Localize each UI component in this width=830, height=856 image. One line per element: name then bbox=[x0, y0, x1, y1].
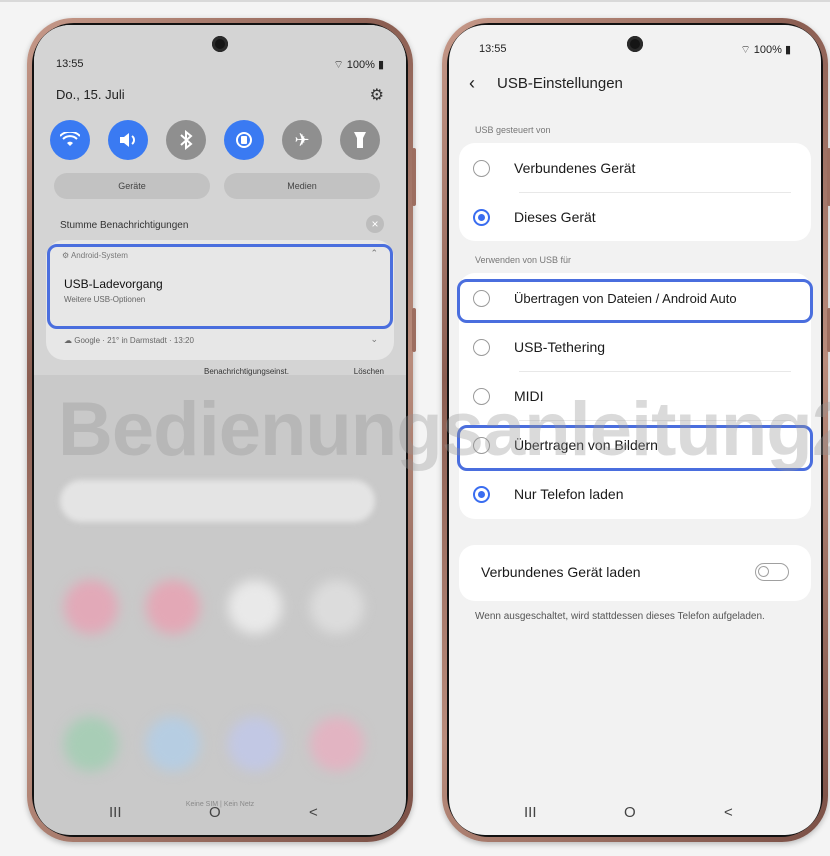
volume-button bbox=[412, 148, 416, 206]
battery-icon: ▮ bbox=[374, 59, 384, 71]
chevron-down-icon[interactable]: ⌄ bbox=[370, 334, 378, 345]
blurred-app-icon bbox=[64, 580, 118, 634]
clear-button[interactable]: Löschen bbox=[354, 367, 384, 376]
option-label: Nur Telefon laden bbox=[514, 486, 624, 502]
option-label: USB-Tethering bbox=[514, 339, 606, 355]
wifi-status-icon: ⌔ bbox=[740, 44, 754, 56]
radio-button-selected[interactable] bbox=[473, 485, 490, 503]
home-button[interactable]: O bbox=[624, 804, 636, 821]
wifi-status-icon: ⌔ bbox=[333, 59, 347, 71]
page-title: USB-Einstellungen bbox=[497, 75, 623, 92]
status-time: 13:55 bbox=[479, 43, 507, 55]
highlight-usb-notification bbox=[47, 244, 393, 329]
blurred-app-icon bbox=[146, 580, 200, 634]
section-controlled-by: USB gesteuert von bbox=[475, 125, 551, 135]
status-battery: ⌔ 100% ▮ bbox=[333, 58, 384, 72]
nav-bar: III O < bbox=[449, 804, 821, 824]
charge-description: Wenn ausgeschaltet, wird stattdessen die… bbox=[475, 611, 765, 622]
date-label: Do., 15. Juli bbox=[56, 87, 125, 102]
back-button[interactable]: < bbox=[309, 804, 318, 821]
recent-apps-button[interactable]: III bbox=[109, 804, 122, 821]
radio-option-charge-only[interactable]: Nur Telefon laden bbox=[473, 470, 797, 518]
home-button[interactable]: O bbox=[209, 804, 221, 821]
notification-settings-button[interactable]: Benachrichtigungseinst. bbox=[204, 367, 289, 376]
flashlight-icon[interactable] bbox=[340, 120, 380, 160]
auto-rotate-icon[interactable] bbox=[224, 120, 264, 160]
silent-notifications-header: Stumme Benachrichtigungen bbox=[60, 220, 189, 231]
blurred-search-bar bbox=[60, 480, 375, 522]
power-button bbox=[412, 308, 416, 352]
charge-connected-row[interactable]: Verbundenes Gerät laden bbox=[459, 545, 811, 601]
charge-connected-label: Verbundenes Gerät laden bbox=[481, 564, 641, 580]
airplane-icon[interactable]: ✈ bbox=[282, 120, 322, 160]
google-weather-notification[interactable]: ☁ Google · 21° in Darmstadt · 13:20 bbox=[64, 336, 194, 345]
radio-button[interactable] bbox=[473, 338, 490, 356]
radio-option-connected-device[interactable]: Verbundenes Gerät bbox=[473, 144, 797, 192]
gear-icon[interactable]: ⚙ bbox=[370, 85, 384, 105]
charge-connected-toggle[interactable] bbox=[755, 563, 789, 581]
blurred-app-icon bbox=[310, 717, 364, 771]
blurred-app-icon bbox=[310, 580, 364, 634]
wifi-icon[interactable] bbox=[50, 120, 90, 160]
radio-button[interactable] bbox=[473, 159, 490, 177]
option-label: Dieses Gerät bbox=[514, 209, 596, 225]
bluetooth-icon[interactable] bbox=[166, 120, 206, 160]
blurred-app-icon bbox=[146, 717, 200, 771]
battery-icon: ▮ bbox=[781, 44, 791, 56]
radio-option-usb-tethering[interactable]: USB-Tethering bbox=[473, 323, 797, 371]
battery-text: 100% bbox=[753, 44, 782, 56]
back-button[interactable]: < bbox=[724, 804, 733, 821]
blurred-app-icon bbox=[228, 717, 282, 771]
watermark-text: Bedienungsanleitung24.de bbox=[58, 387, 830, 472]
nav-bar: III O < bbox=[34, 804, 406, 824]
front-camera bbox=[627, 36, 643, 52]
controlled-by-card: Verbundenes Gerät Dieses Gerät bbox=[459, 143, 811, 241]
battery-text: 100% bbox=[346, 59, 375, 71]
close-icon[interactable]: × bbox=[366, 215, 384, 233]
radio-option-this-device[interactable]: Dieses Gerät bbox=[473, 193, 797, 241]
media-button[interactable]: Medien bbox=[224, 173, 380, 199]
blurred-app-icon bbox=[228, 580, 282, 634]
top-rule bbox=[0, 0, 830, 2]
status-time: 13:55 bbox=[56, 58, 84, 70]
devices-button[interactable]: Geräte bbox=[54, 173, 210, 199]
front-camera bbox=[212, 36, 228, 52]
chevron-left-icon[interactable]: ‹ bbox=[469, 73, 475, 94]
blurred-app-icon bbox=[64, 717, 118, 771]
cloud-icon: ☁ bbox=[64, 336, 75, 345]
volume-icon[interactable] bbox=[108, 120, 148, 160]
option-label: Verbundenes Gerät bbox=[514, 160, 636, 176]
highlight-file-transfer bbox=[457, 279, 813, 323]
section-use-for: Verwenden von USB für bbox=[475, 255, 572, 265]
status-battery: ⌔ 100% ▮ bbox=[740, 43, 791, 57]
recent-apps-button[interactable]: III bbox=[524, 804, 537, 821]
radio-button-selected[interactable] bbox=[473, 208, 490, 226]
quick-settings-row: ✈ bbox=[50, 120, 390, 160]
